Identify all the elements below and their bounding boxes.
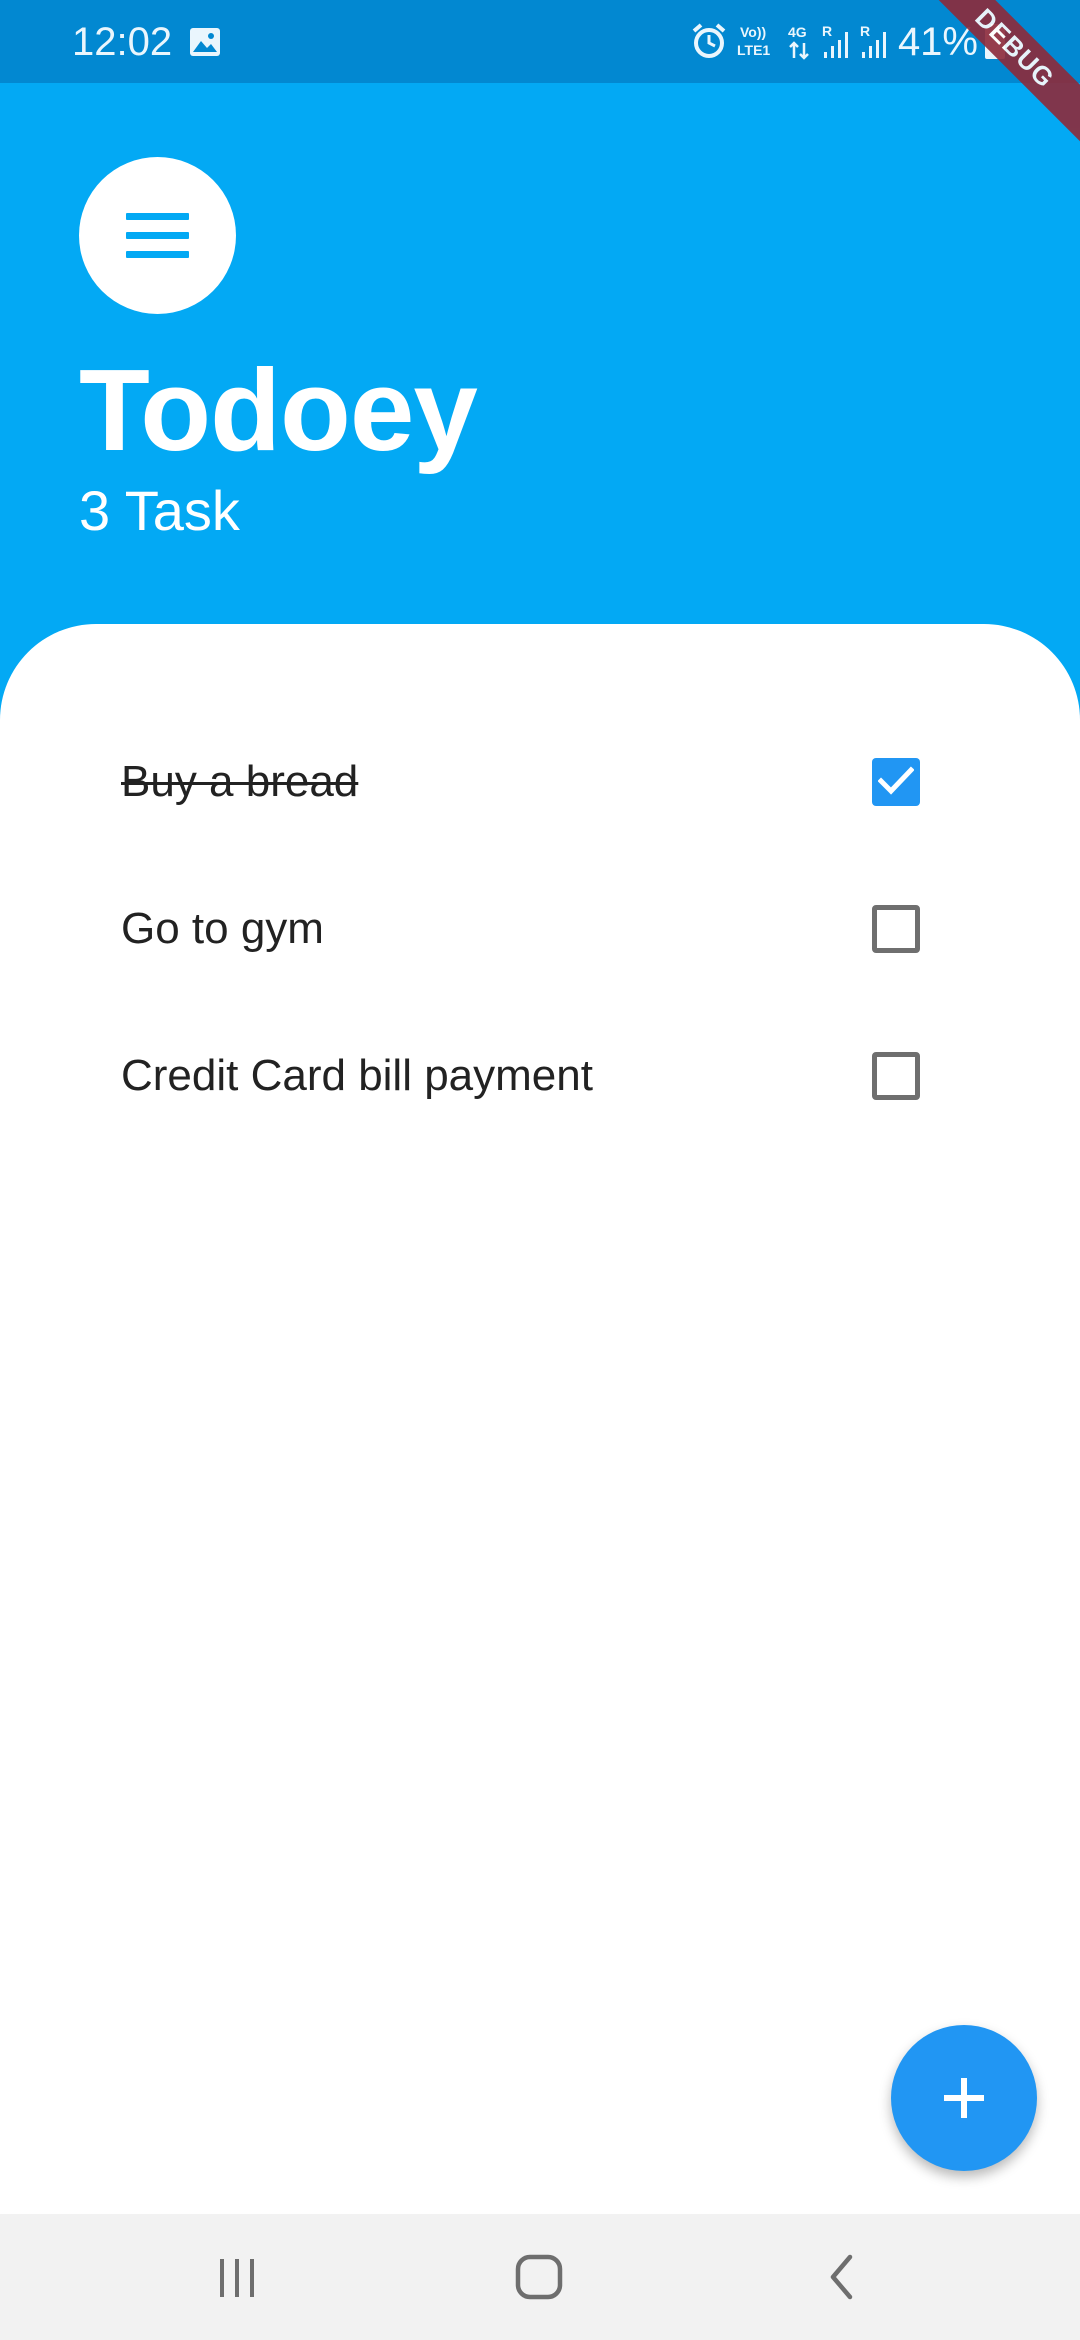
signal-icon-1: R	[820, 22, 854, 65]
svg-text:R: R	[822, 23, 832, 39]
task-row[interactable]: Credit Card bill payment	[0, 1002, 1080, 1149]
back-icon	[830, 2254, 853, 2300]
plus-icon	[944, 2078, 984, 2118]
signal-icon-2: R	[858, 22, 892, 65]
back-button[interactable]	[797, 2242, 887, 2312]
system-nav-bar	[0, 2214, 1080, 2340]
menu-button[interactable]	[79, 157, 236, 314]
task-checkbox-checked[interactable]	[872, 757, 920, 806]
task-checkbox-unchecked[interactable]	[872, 1051, 920, 1100]
image-icon	[189, 27, 221, 62]
svg-text:R: R	[860, 23, 870, 39]
check-icon	[878, 765, 914, 795]
add-task-button[interactable]	[891, 2025, 1037, 2171]
task-count: 3 Task	[79, 479, 240, 542]
task-list-panel: Buy a bread Go to gym Credit Card bill p…	[0, 624, 1080, 2214]
home-button[interactable]	[494, 2242, 584, 2312]
task-row[interactable]: Go to gym	[0, 855, 1080, 1002]
recent-apps-button[interactable]	[192, 2242, 282, 2312]
svg-text:4G: 4G	[788, 24, 807, 40]
task-label: Go to gym	[121, 903, 324, 953]
task-checkbox-unchecked[interactable]	[872, 904, 920, 953]
status-time: 12:02	[72, 20, 173, 64]
app-title: Todoey	[79, 345, 478, 475]
volte-icon: Vo)) LTE1	[737, 22, 779, 65]
task-label: Buy a bread	[121, 756, 359, 806]
4g-data-icon: 4G	[786, 22, 814, 65]
svg-text:Vo)): Vo))	[740, 24, 766, 40]
alarm-icon	[690, 22, 728, 65]
menu-icon	[126, 213, 189, 258]
home-icon	[515, 2254, 563, 2300]
recent-apps-icon	[220, 2259, 254, 2297]
task-label: Credit Card bill payment	[121, 1050, 593, 1100]
svg-text:LTE1: LTE1	[737, 42, 770, 58]
status-bar: 12:02 Vo)) LTE1 4G R R 41% DEBUG	[0, 0, 1080, 158]
task-row[interactable]: Buy a bread	[0, 708, 1080, 855]
